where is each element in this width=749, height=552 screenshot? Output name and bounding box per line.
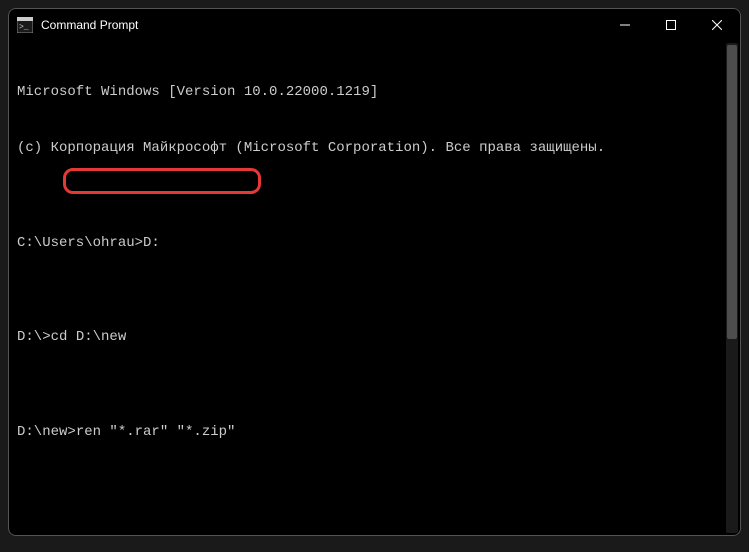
prompt-line-2: D:\>cd D:\new	[17, 328, 732, 347]
minimize-button[interactable]	[602, 9, 648, 41]
prompt-path: C:\Users\ohrau>	[17, 235, 143, 251]
prompt-path: D:\new>	[17, 424, 76, 440]
copyright-line: (c) Корпорация Майкрософт (Microsoft Cor…	[17, 139, 732, 158]
command-prompt-window: >_ Command Prompt Microsoft Windows [Ver…	[8, 8, 741, 536]
close-button[interactable]	[694, 9, 740, 41]
command-prompt-icon: >_	[17, 17, 33, 33]
prompt-line-3: D:\new>ren "*.rar" "*.zip"	[17, 423, 732, 442]
window-title: Command Prompt	[41, 18, 138, 32]
svg-text:>_: >_	[19, 23, 29, 32]
prompt-line-1: C:\Users\ohrau>D:	[17, 234, 732, 253]
prompt-command: cd D:\new	[51, 329, 127, 345]
window-controls	[602, 9, 740, 41]
maximize-button[interactable]	[648, 9, 694, 41]
prompt-command: D:	[143, 235, 160, 251]
titlebar[interactable]: >_ Command Prompt	[9, 9, 740, 41]
scrollbar-thumb[interactable]	[727, 45, 737, 339]
version-line: Microsoft Windows [Version 10.0.22000.12…	[17, 83, 732, 102]
annotation-highlight	[63, 168, 261, 194]
prompt-path: D:\>	[17, 329, 51, 345]
prompt-command: ren "*.rar" "*.zip"	[76, 424, 236, 440]
terminal-area[interactable]: Microsoft Windows [Version 10.0.22000.12…	[9, 41, 740, 535]
scrollbar-track[interactable]	[726, 43, 738, 533]
